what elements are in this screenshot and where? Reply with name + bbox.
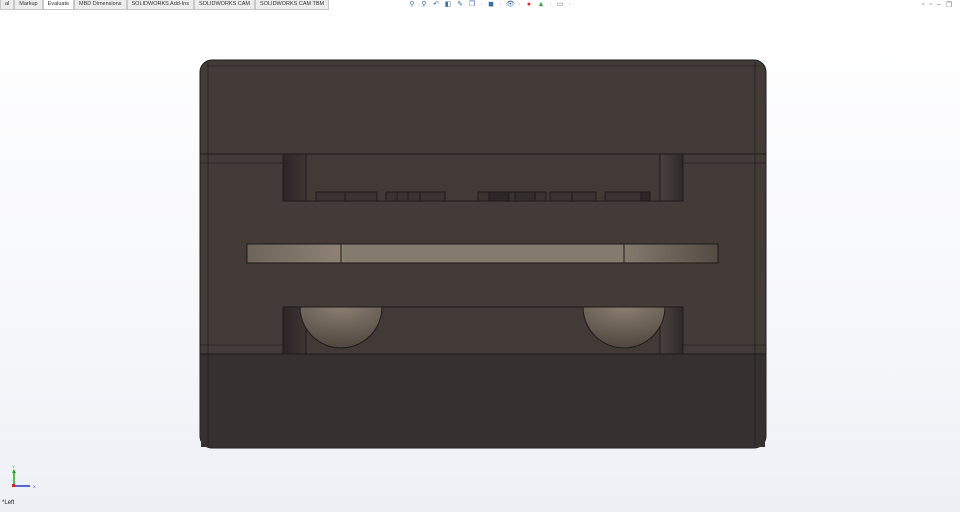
reference-triad: Y X <box>12 464 36 489</box>
lower-slot <box>282 306 684 355</box>
pcb-bar <box>246 243 719 264</box>
triad-x-label: X <box>33 484 36 489</box>
triad-y-label: Y <box>12 464 15 469</box>
housing-lower-band <box>201 354 765 447</box>
upper-slot <box>282 153 684 202</box>
part-model-left-view <box>199 59 767 449</box>
graphics-area[interactable] <box>0 0 960 512</box>
view-orientation-label: *Left <box>2 500 15 506</box>
